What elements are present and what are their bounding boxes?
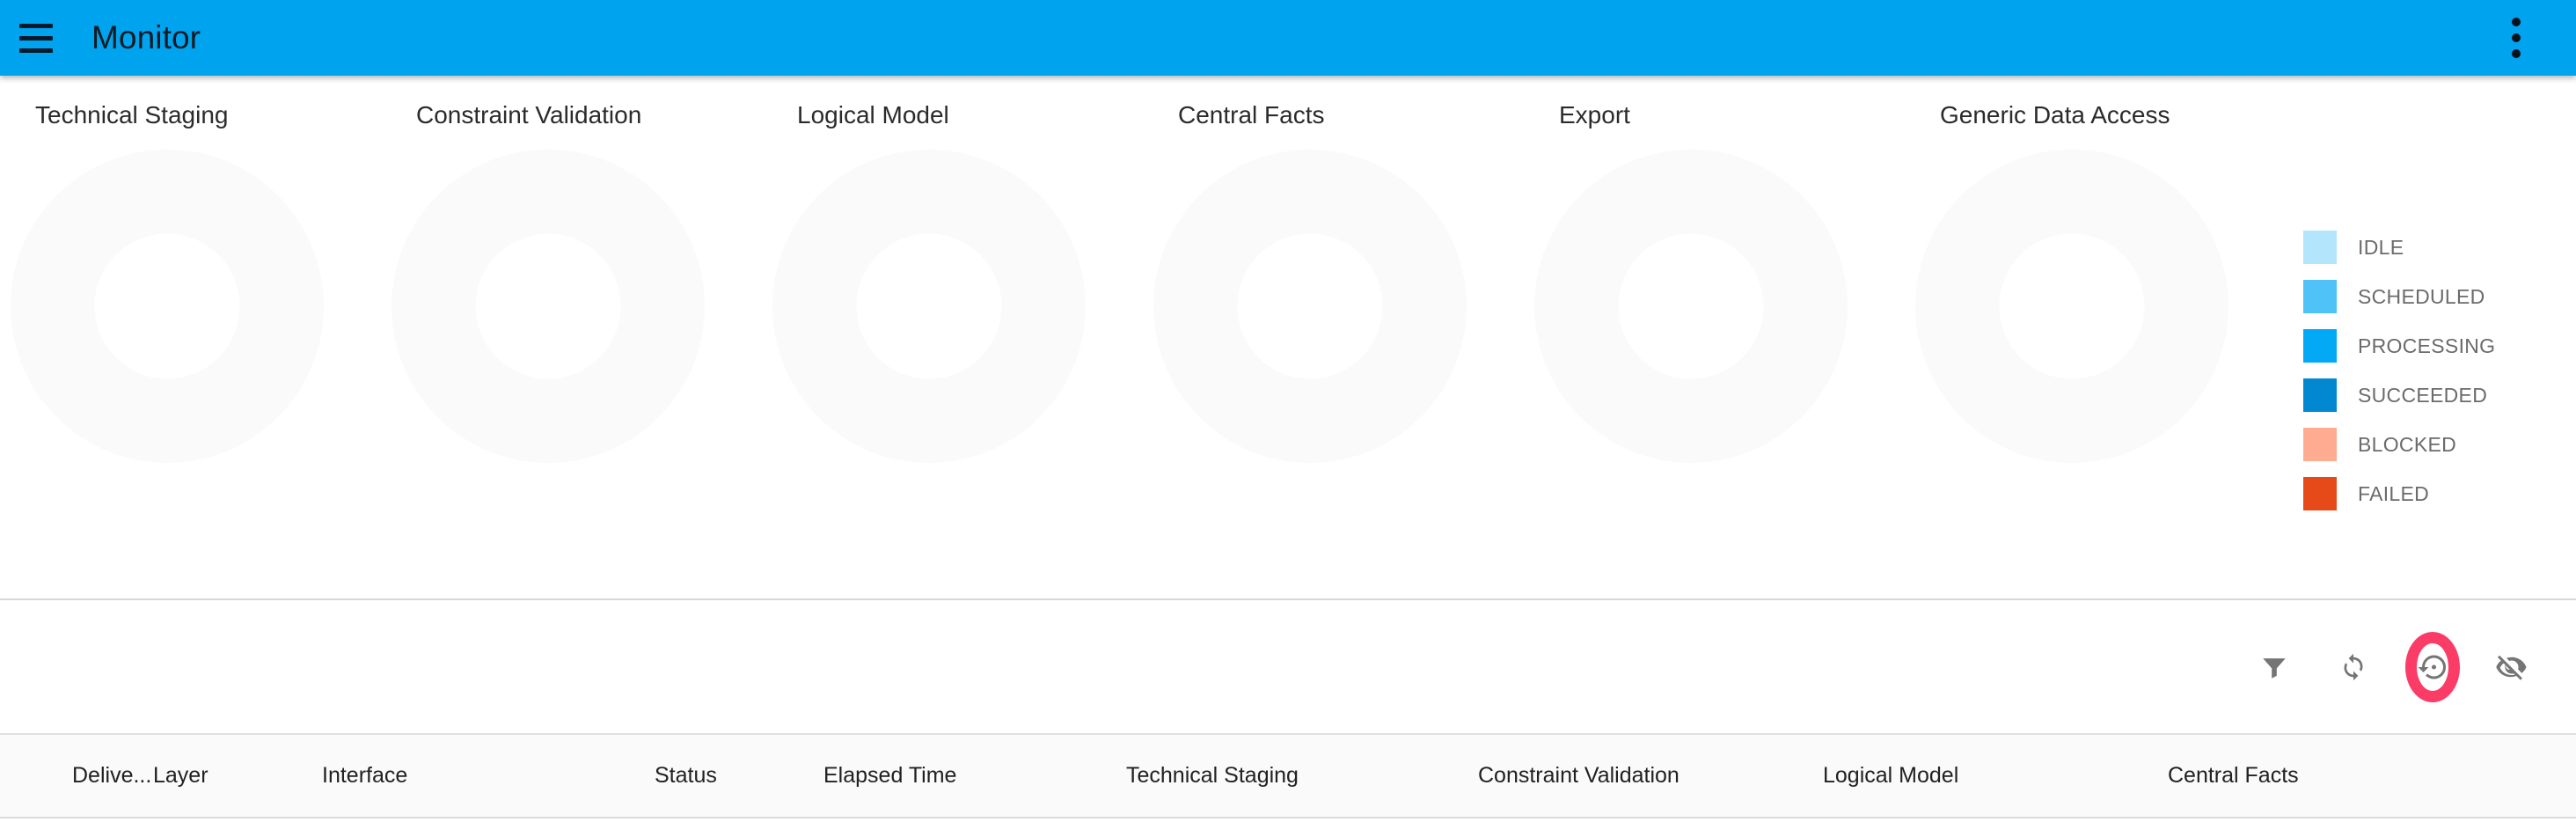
app-bar: Monitor <box>0 0 2576 76</box>
chart-cell-generic-data-access[interactable]: Generic Data Access <box>1905 76 2286 598</box>
column-header-constraint-validation[interactable]: Constraint Validation <box>1476 763 1821 789</box>
more-dot <box>2512 33 2521 42</box>
eye-off-icon[interactable] <box>2485 640 2539 694</box>
filter-icon[interactable] <box>2247 640 2302 694</box>
column-header-interface[interactable]: Interface <box>320 763 653 789</box>
donut-chart[interactable] <box>772 150 1086 463</box>
donut-chart[interactable] <box>392 150 705 463</box>
charts-row: Technical Staging Constraint Validation … <box>0 76 2286 598</box>
legend-item-processing[interactable]: PROCESSING <box>2303 321 2576 371</box>
legend-item-blocked[interactable]: BLOCKED <box>2303 420 2576 469</box>
legend-item-idle[interactable]: IDLE <box>2303 223 2576 272</box>
legend-swatch-processing <box>2303 329 2337 363</box>
restore-history-icon[interactable] <box>2405 640 2460 694</box>
chart-title: Central Facts <box>1178 101 1325 128</box>
legend-label: SCHEDULED <box>2358 284 2485 308</box>
legend-swatch-failed <box>2303 477 2337 510</box>
chart-title: Export <box>1559 101 1630 128</box>
chart-cell-logical-model[interactable]: Logical Model <box>762 76 1143 598</box>
more-dot <box>2512 18 2521 26</box>
table-toolbar <box>0 600 2576 735</box>
refresh-icon[interactable] <box>2326 640 2381 694</box>
legend-item-failed[interactable]: FAILED <box>2303 469 2576 518</box>
column-header-layer[interactable]: Layer <box>151 763 320 789</box>
chart-cell-central-facts[interactable]: Central Facts <box>1143 76 1524 598</box>
results-table-header: Delive... Layer Interface Status Elapsed… <box>0 735 2576 818</box>
more-vert-icon[interactable] <box>2492 11 2541 65</box>
page-title: Monitor <box>91 19 201 55</box>
chart-title: Generic Data Access <box>1940 101 2170 128</box>
column-header-status[interactable]: Status <box>653 763 822 789</box>
chart-title: Technical Staging <box>35 101 229 128</box>
legend-label: FAILED <box>2358 481 2430 505</box>
charts-panel: Technical Staging Constraint Validation … <box>0 76 2576 600</box>
legend-swatch-scheduled <box>2303 280 2337 313</box>
more-dot <box>2512 49 2521 58</box>
hamburger-menu-icon[interactable] <box>9 11 63 65</box>
column-header-logical-model[interactable]: Logical Model <box>1821 763 2166 789</box>
donut-chart[interactable] <box>1153 150 1467 463</box>
legend-item-scheduled[interactable]: SCHEDULED <box>2303 272 2576 321</box>
column-header-delivery[interactable]: Delive... <box>0 763 151 789</box>
legend-swatch-succeeded <box>2303 378 2337 412</box>
column-header-technical-staging[interactable]: Technical Staging <box>1124 763 1476 789</box>
column-header-elapsed-time[interactable]: Elapsed Time <box>822 763 1124 789</box>
donut-chart[interactable] <box>1534 150 1848 463</box>
donut-chart[interactable] <box>1915 150 2228 463</box>
legend-item-succeeded[interactable]: SUCCEEDED <box>2303 371 2576 420</box>
legend-swatch-blocked <box>2303 428 2337 461</box>
chart-legend: IDLE SCHEDULED PROCESSING SUCCEEDED BLOC… <box>2286 76 2576 518</box>
hamburger-bar <box>19 35 53 40</box>
donut-chart[interactable] <box>11 150 324 463</box>
legend-label: SUCCEEDED <box>2358 383 2488 407</box>
chart-title: Logical Model <box>797 101 949 128</box>
hamburger-bar <box>19 48 53 53</box>
legend-swatch-idle <box>2303 231 2337 264</box>
legend-label: BLOCKED <box>2358 432 2457 456</box>
legend-label: IDLE <box>2358 235 2404 259</box>
column-header-central-facts[interactable]: Central Facts <box>2166 763 2576 789</box>
chart-cell-constraint-validation[interactable]: Constraint Validation <box>381 76 762 598</box>
legend-label: PROCESSING <box>2358 334 2496 357</box>
chart-cell-technical-staging[interactable]: Technical Staging <box>0 76 381 598</box>
hamburger-bar <box>19 23 53 28</box>
chart-cell-export[interactable]: Export <box>1524 76 1905 598</box>
chart-title: Constraint Validation <box>416 101 642 128</box>
